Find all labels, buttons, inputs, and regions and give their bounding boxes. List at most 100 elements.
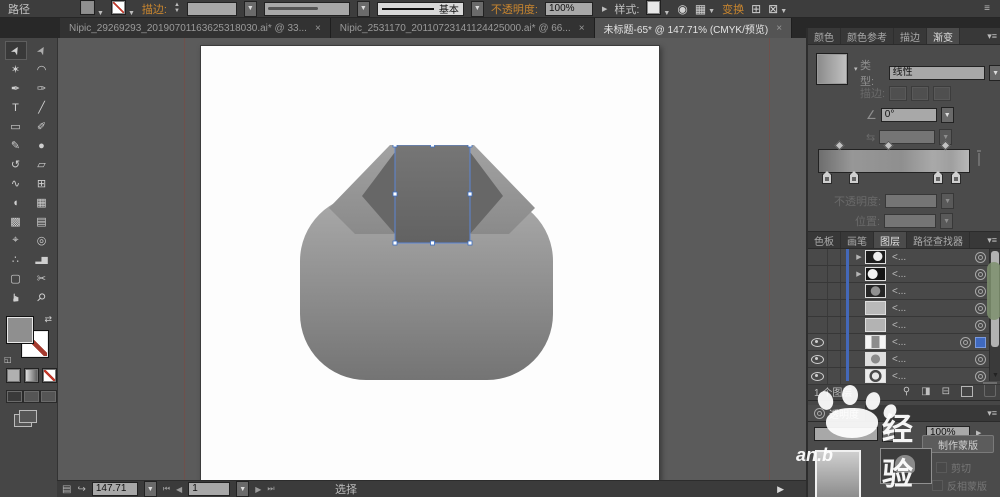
slice-tool[interactable]: ✂ [31, 269, 53, 288]
default-fill-stroke-icon[interactable]: ◱ [4, 355, 12, 364]
gradient-stop[interactable] [933, 174, 943, 184]
first-artboard-icon[interactable]: ⏮ [163, 484, 170, 494]
gradient-mode-button[interactable] [24, 368, 39, 383]
draw-normal-button[interactable] [6, 390, 23, 403]
zoom-level-field[interactable] [92, 482, 138, 496]
lock-cell[interactable] [828, 283, 841, 299]
tab-layers[interactable]: 图层 [874, 232, 907, 248]
blend-mode-field[interactable] [814, 427, 878, 441]
target-icon[interactable] [975, 252, 986, 263]
close-icon[interactable]: × [776, 23, 782, 34]
tab-swatches[interactable]: 色板 [808, 232, 841, 248]
stroke-along-icon[interactable] [911, 86, 929, 101]
checkbox-icon[interactable] [932, 480, 943, 491]
lock-cell[interactable] [828, 300, 841, 316]
panel-menu-icon[interactable]: ▾≡ [982, 405, 1000, 421]
layer-row-6-selected[interactable]: <... [808, 334, 1000, 351]
hand-tool[interactable]: ☛ [5, 288, 27, 307]
symbol-sprayer-tool[interactable]: ∴ [5, 250, 27, 269]
checkbox-icon[interactable] [936, 462, 947, 473]
layer-row-1[interactable]: ▶ <... [808, 249, 1000, 266]
fill-indicator[interactable] [6, 316, 34, 344]
scroll-right-icon[interactable]: ▶ [777, 484, 784, 495]
layer-name[interactable]: <... [892, 320, 906, 331]
lock-cell[interactable] [828, 334, 841, 350]
layer-name[interactable]: <... [892, 371, 906, 382]
zoom-dropdown[interactable]: ▼ [144, 481, 157, 497]
delete-stop-icon[interactable] [978, 153, 980, 165]
mesh-tool[interactable]: ▩ [5, 212, 27, 231]
artboard-number-field[interactable] [188, 482, 230, 496]
layer-row-7[interactable]: <... [808, 351, 1000, 368]
new-layer-icon[interactable] [961, 386, 973, 397]
layer-name[interactable]: <... [892, 269, 906, 280]
stroke-within-icon[interactable] [889, 86, 907, 101]
panel-toggle-icon[interactable]: ▤ [62, 484, 71, 495]
stroke-across-icon[interactable] [933, 86, 951, 101]
stroke-color-control[interactable]: ▼ [111, 0, 135, 18]
clipping-mask-icon[interactable]: ◨ [921, 386, 930, 397]
tab-stroke[interactable]: 描边 [894, 28, 927, 44]
mask-thumbnail[interactable] [880, 448, 932, 484]
panel-menu-icon[interactable]: ▾≡ [982, 232, 1000, 248]
recolor-artwork-icon[interactable]: ◉ [677, 2, 687, 16]
visibility-cell[interactable] [808, 317, 828, 333]
visibility-cell[interactable] [808, 266, 828, 282]
opacity-field[interactable] [545, 2, 593, 16]
curvature-tool[interactable]: ✑ [31, 79, 53, 98]
new-sublayer-icon[interactable]: ⊟ [942, 386, 950, 397]
stop-opacity-field[interactable] [885, 194, 937, 208]
eye-icon[interactable] [811, 372, 824, 381]
stroke-width-field[interactable] [187, 2, 237, 16]
visibility-cell[interactable] [808, 368, 828, 384]
tab-color[interactable]: 颜色 [808, 28, 841, 44]
lock-cell[interactable] [828, 351, 841, 367]
gradient-swatch-control[interactable]: ▾ [816, 53, 858, 85]
rotate-tool[interactable]: ↺ [5, 155, 27, 174]
gradient-stop[interactable] [822, 174, 832, 184]
style-swatch-control[interactable]: ▼ [646, 0, 670, 18]
panel-menu-icon[interactable]: ▾≡ [982, 28, 1000, 44]
stop-location-dropdown[interactable]: ▼ [940, 213, 953, 229]
target-icon[interactable] [975, 286, 986, 297]
blend-tool[interactable]: ◎ [31, 231, 53, 250]
tab-transparency[interactable]: 透明度 [808, 405, 866, 421]
layers-scrollbar[interactable]: ▼ [989, 249, 1000, 381]
color-mode-button[interactable] [6, 368, 21, 383]
stop-location-field[interactable] [884, 214, 936, 228]
gradient-thumbnail[interactable] [816, 53, 848, 85]
none-mode-button[interactable] [42, 368, 57, 383]
next-artboard-icon[interactable]: ▶ [255, 485, 261, 494]
close-icon[interactable]: × [579, 23, 585, 34]
scroll-down-icon[interactable]: ▼ [992, 372, 999, 379]
layer-name[interactable]: <... [892, 354, 906, 365]
artwork[interactable] [300, 145, 553, 380]
target-icon[interactable] [975, 320, 986, 331]
line-segment-tool[interactable]: ╱ [31, 98, 53, 117]
lasso-tool[interactable]: ◠ [31, 60, 53, 79]
rectangle-tool[interactable]: ▭ [5, 117, 27, 136]
align-icon[interactable]: ⊞ [751, 2, 761, 16]
pencil-tool[interactable]: ✎ [5, 136, 27, 155]
target-icon[interactable] [975, 371, 986, 382]
target-icon[interactable] [975, 303, 986, 314]
gradient-tool[interactable]: ▤ [31, 212, 53, 231]
align-grid-icon[interactable]: ▦▼ [695, 2, 715, 16]
chevron-right-icon[interactable]: ▶ [602, 5, 607, 13]
brush-definition-field[interactable]: 基本 [377, 2, 464, 16]
close-icon[interactable]: × [315, 23, 321, 34]
scale-tool[interactable]: ▱ [31, 155, 53, 174]
fill-swatch[interactable] [80, 0, 95, 15]
stroke-width-stepper[interactable]: ▲▼ [174, 3, 180, 14]
paintbrush-tool[interactable]: ✐ [31, 117, 53, 136]
last-artboard-icon[interactable]: ⏭ [267, 484, 274, 494]
canvas-area[interactable] [57, 38, 806, 480]
gradient-angle-dropdown[interactable]: ▼ [941, 107, 954, 123]
document-tab-3-active[interactable]: 未标题-65* @ 147.71% (CMYK/预览) × [595, 18, 792, 38]
eye-icon[interactable] [811, 355, 824, 364]
gradient-type-field[interactable]: 线性 [889, 66, 986, 80]
blend-mode-dropdown[interactable]: ▼ [882, 426, 895, 442]
visibility-cell[interactable] [808, 351, 828, 367]
layer-name[interactable]: <... [892, 337, 906, 348]
document-tab-2[interactable]: Nipic_2531170_20110723141124425000.ai* @… [331, 18, 595, 38]
